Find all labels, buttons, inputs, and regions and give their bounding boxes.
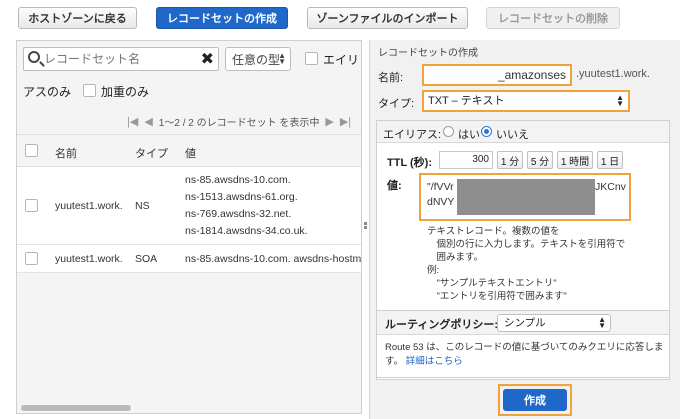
value-textarea[interactable]: "/fVVr JKCnv dNVY: [419, 173, 631, 221]
routing-policy-row: ルーティングポリシー: シンプル ▲ ▼: [377, 311, 669, 335]
select-all-checkbox[interactable]: [25, 144, 38, 157]
record-name: yuutest1.work.: [55, 200, 123, 212]
ttl-1hour-button[interactable]: 1 時間: [557, 151, 593, 169]
record-value: ns-769.awsdns-32.net.: [185, 208, 292, 220]
prev-page-icon[interactable]: ◀: [144, 115, 152, 128]
record-value: ns-85.awsdns-10.com.: [185, 174, 291, 186]
name-domain-suffix: .yuutest1.work.: [576, 68, 650, 80]
routing-policy-box: ルーティングポリシー: シンプル ▲ ▼ Route 53 は、このレコードの値に…: [376, 310, 670, 378]
record-set-search[interactable]: ✖: [23, 47, 219, 71]
alias-no-radio[interactable]: [481, 126, 492, 137]
record-values: ns-85.awsdns-10.com. ns-1513.awsdns-61.o…: [185, 172, 308, 240]
ttl-1day-button[interactable]: 1 日: [597, 151, 623, 169]
ttl-5min-button[interactable]: 5 分: [527, 151, 553, 169]
record-type: SOA: [135, 253, 158, 265]
type-select-value: TXT – テキスト: [428, 95, 505, 107]
routing-policy-label: ルーティングポリシー:: [385, 319, 499, 331]
column-type: タイプ: [135, 148, 168, 160]
create-button-highlight: 作成: [498, 384, 572, 416]
record-type: NS: [135, 200, 150, 212]
alias-only-label-continued: アスのみ: [23, 85, 72, 99]
type-filter-select[interactable]: 任意の型 ▲ ▼: [225, 47, 291, 71]
select-arrows-icon: ▲ ▼: [616, 93, 624, 108]
alias-only-checkbox[interactable]: [305, 52, 318, 65]
alias-only-label: エイリ: [323, 53, 360, 67]
help-line: "サンプルテキストエントリ": [427, 278, 557, 289]
ttl-1min-button[interactable]: 1 分: [497, 151, 523, 169]
value-text-start: "/fVVr: [427, 181, 454, 193]
back-to-hosted-zones-button[interactable]: ホストゾーンに戻る: [18, 7, 137, 29]
weighted-only-label: 加重のみ: [101, 85, 150, 99]
delete-record-set-button[interactable]: レコードセットの削除: [486, 7, 620, 29]
pagination: |◀ ◀ 1～2 / 2 のレコードセット を表示中 ▶ ▶|: [127, 114, 351, 129]
horizontal-scrollbar[interactable]: [17, 405, 361, 411]
alias-yes-radio[interactable]: [443, 126, 454, 137]
routing-policy-value: シンプル: [504, 317, 546, 329]
search-input[interactable]: [44, 50, 194, 68]
alias-row: エイリアス: はい いいえ: [377, 121, 669, 143]
record-name: yuutest1.work.: [55, 253, 123, 265]
select-arrows-icon: ▲ ▼: [598, 315, 606, 330]
weighted-only-checkbox[interactable]: [83, 84, 96, 97]
name-label: 名前:: [378, 72, 404, 84]
ttl-field[interactable]: 300: [439, 151, 493, 169]
column-name: 名前: [55, 148, 77, 160]
ttl-label: TTL (秒):: [387, 157, 433, 169]
help-line: "エントリを引用符で囲みます": [427, 291, 567, 302]
help-line: テキストレコード。複数の値を: [427, 226, 560, 237]
table-header: 名前 タイプ 値: [17, 134, 361, 167]
pagination-text: 1～2 / 2 のレコードセット を表示中: [158, 118, 320, 129]
column-value: 値: [185, 148, 196, 160]
scrollbar-thumb[interactable]: [21, 405, 131, 411]
help-line: 個別の行に入力します。テキストを引用符で: [427, 239, 626, 250]
alias-yes-label: はい: [458, 129, 480, 141]
first-page-icon[interactable]: |◀: [127, 115, 138, 128]
table-row[interactable]: yuutest1.work. SOA ns-85.awsdns-10.com. …: [17, 245, 362, 273]
table-row[interactable]: yuutest1.work. NS ns-85.awsdns-10.com. n…: [17, 167, 361, 245]
record-value: ns-1513.awsdns-61.org.: [185, 191, 298, 203]
help-line: 例:: [427, 265, 440, 276]
import-zone-file-button[interactable]: ゾーンファイルのインポート: [307, 7, 468, 29]
name-field[interactable]: _amazonses: [422, 64, 572, 86]
select-arrows-icon: ▲ ▼: [278, 51, 286, 66]
clear-icon[interactable]: ✖: [201, 49, 214, 69]
row-checkbox[interactable]: [25, 199, 38, 212]
create-record-set-panel: レコードセットの作成 名前: _amazonses .yuutest1.work…: [369, 40, 680, 419]
last-page-icon[interactable]: ▶|: [340, 115, 351, 128]
learn-more-link[interactable]: 詳細はこちら: [406, 356, 463, 367]
value-label: 値:: [387, 180, 402, 192]
record-set-table: 名前 タイプ 値 yuutest1.work. NS ns-85.awsdns-…: [17, 134, 361, 273]
routing-description: Route 53 は、このレコードの値に基づいてのみクエリに応答します。 詳細は…: [385, 341, 667, 369]
value-help-text: テキストレコード。複数の値を 個別の行に入力します。テキストを引用符で 囲みます…: [427, 225, 625, 303]
help-line: 囲みます。: [427, 252, 484, 263]
next-page-icon[interactable]: ▶: [325, 115, 333, 128]
panel-resize-handle[interactable]: [364, 222, 368, 232]
alias-no-label: いいえ: [496, 129, 529, 141]
record-set-list-panel: ✖ 任意の型 ▲▼ エイリ アスのみ 加重のみ |◀ ◀ 1～2 / 2 のレコ…: [16, 40, 362, 414]
panel-title: レコードセットの作成: [378, 48, 478, 59]
value-text-end: JKCnv: [595, 181, 626, 193]
type-select[interactable]: TXT – テキスト ▲ ▼: [422, 90, 630, 112]
search-icon: [28, 51, 40, 63]
record-value: ns-85.awsdns-10.com. awsdns-hostma: [185, 253, 362, 265]
alias-label: エイリアス:: [383, 129, 442, 141]
redacted-value-block: [457, 179, 595, 215]
toolbar: ホストゾーンに戻る レコードセットの作成 ゾーンファイルのインポート レコードセ…: [0, 0, 680, 36]
type-label: タイプ:: [378, 98, 415, 110]
record-value: ns-1814.awsdns-34.co.uk.: [185, 225, 308, 237]
value-text-line2: dNVY: [427, 196, 455, 208]
create-button[interactable]: 作成: [503, 389, 567, 411]
row-checkbox[interactable]: [25, 252, 38, 265]
create-record-set-button[interactable]: レコードセットの作成: [156, 7, 288, 29]
routing-policy-select[interactable]: シンプル ▲ ▼: [497, 314, 611, 332]
type-filter-value: 任意の型: [232, 52, 281, 67]
